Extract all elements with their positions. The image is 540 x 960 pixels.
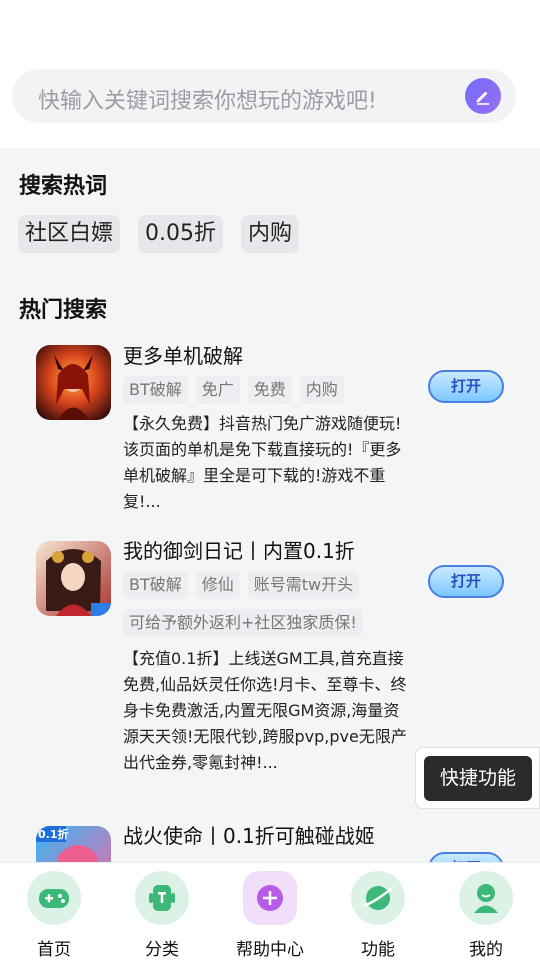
hot-word-tag[interactable]: 0.05折 bbox=[138, 215, 224, 253]
planet-icon bbox=[363, 886, 393, 910]
quick-action-button[interactable]: 快捷功能 bbox=[424, 756, 532, 801]
discount-badge: 0.1折 bbox=[38, 828, 69, 841]
tab-label: 我的 bbox=[469, 940, 503, 960]
search-header: 快输入关键词搜索你想玩的游戏吧! bbox=[0, 0, 540, 148]
search-input[interactable]: 快输入关键词搜索你想玩的游戏吧! bbox=[12, 69, 516, 123]
game-name: 战火使命丨0.1折可触碰战姬 bbox=[123, 824, 375, 848]
tab-icon-bg bbox=[27, 871, 81, 925]
user-icon bbox=[474, 884, 498, 913]
hot-words-list: 社区白嫖 0.05折 内购 bbox=[18, 215, 300, 253]
game-name: 更多单机破解 bbox=[123, 344, 243, 368]
bottom-tab-bar: 首页 分类 帮助中心 功能 我的 bbox=[0, 862, 540, 960]
open-button[interactable]: 打开 bbox=[428, 565, 504, 598]
game-tag: 账号需tw开头 bbox=[247, 571, 360, 599]
game-tag: BT破解 bbox=[123, 376, 188, 404]
game-name: 我的御剑日记丨内置0.1折 bbox=[123, 539, 355, 563]
tab-category[interactable]: 分类 bbox=[108, 863, 216, 960]
game-note: 可给予额外返利+社区独家质保! bbox=[123, 609, 363, 637]
search-placeholder: 快输入关键词搜索你想玩的游戏吧! bbox=[38, 89, 377, 114]
edit-icon bbox=[476, 91, 489, 105]
tab-label: 功能 bbox=[361, 940, 395, 960]
game-tags: BT破解 免广 免费 内购 bbox=[123, 376, 344, 404]
tab-icon-bg bbox=[351, 871, 405, 925]
game-tags: BT破解 修仙 账号需tw开头 bbox=[123, 571, 360, 599]
hot-words-title: 搜索热词 bbox=[19, 174, 108, 199]
game-tag: 内购 bbox=[299, 376, 344, 404]
category-icon bbox=[149, 885, 175, 911]
hot-search-title: 热门搜索 bbox=[19, 298, 108, 323]
tab-features[interactable]: 功能 bbox=[324, 863, 432, 960]
game-tag: 免广 bbox=[195, 376, 240, 404]
quick-action-panel: 快捷功能 bbox=[415, 747, 540, 809]
search-button[interactable] bbox=[465, 78, 501, 114]
game-icon bbox=[36, 345, 111, 420]
game-tag: 修仙 bbox=[195, 571, 240, 599]
tab-icon-bg bbox=[243, 871, 297, 925]
hot-word-tag[interactable]: 内购 bbox=[241, 215, 300, 253]
tab-mine[interactable]: 我的 bbox=[432, 863, 540, 960]
tab-home[interactable]: 首页 bbox=[0, 863, 108, 960]
game-note-row: 可给予额外返利+社区独家质保! bbox=[123, 609, 363, 637]
tab-icon-bg bbox=[459, 871, 513, 925]
tab-label: 首页 bbox=[37, 940, 71, 960]
tab-icon-bg bbox=[135, 871, 189, 925]
tab-label: 分类 bbox=[145, 940, 179, 960]
game-description: 【充值0.1折】上线送GM工具,首充直接免费,仙品妖灵任你选!月卡、至尊卡、终身… bbox=[123, 649, 407, 772]
game-tag: 免费 bbox=[247, 376, 292, 404]
game-tag: BT破解 bbox=[123, 571, 188, 599]
hot-word-tag[interactable]: 社区白嫖 bbox=[18, 215, 121, 253]
gamepad-icon bbox=[39, 889, 69, 908]
game-icon bbox=[36, 541, 111, 616]
plus-circle-icon bbox=[257, 885, 283, 911]
game-description: 【永久免费】抖音热门免广游戏随便玩!该页面的单机是免下载直接玩的!『更多单机破解… bbox=[123, 414, 402, 511]
tab-label: 帮助中心 bbox=[236, 940, 304, 960]
open-button[interactable]: 打开 bbox=[428, 370, 504, 403]
tab-help-center[interactable]: 帮助中心 bbox=[216, 863, 324, 960]
